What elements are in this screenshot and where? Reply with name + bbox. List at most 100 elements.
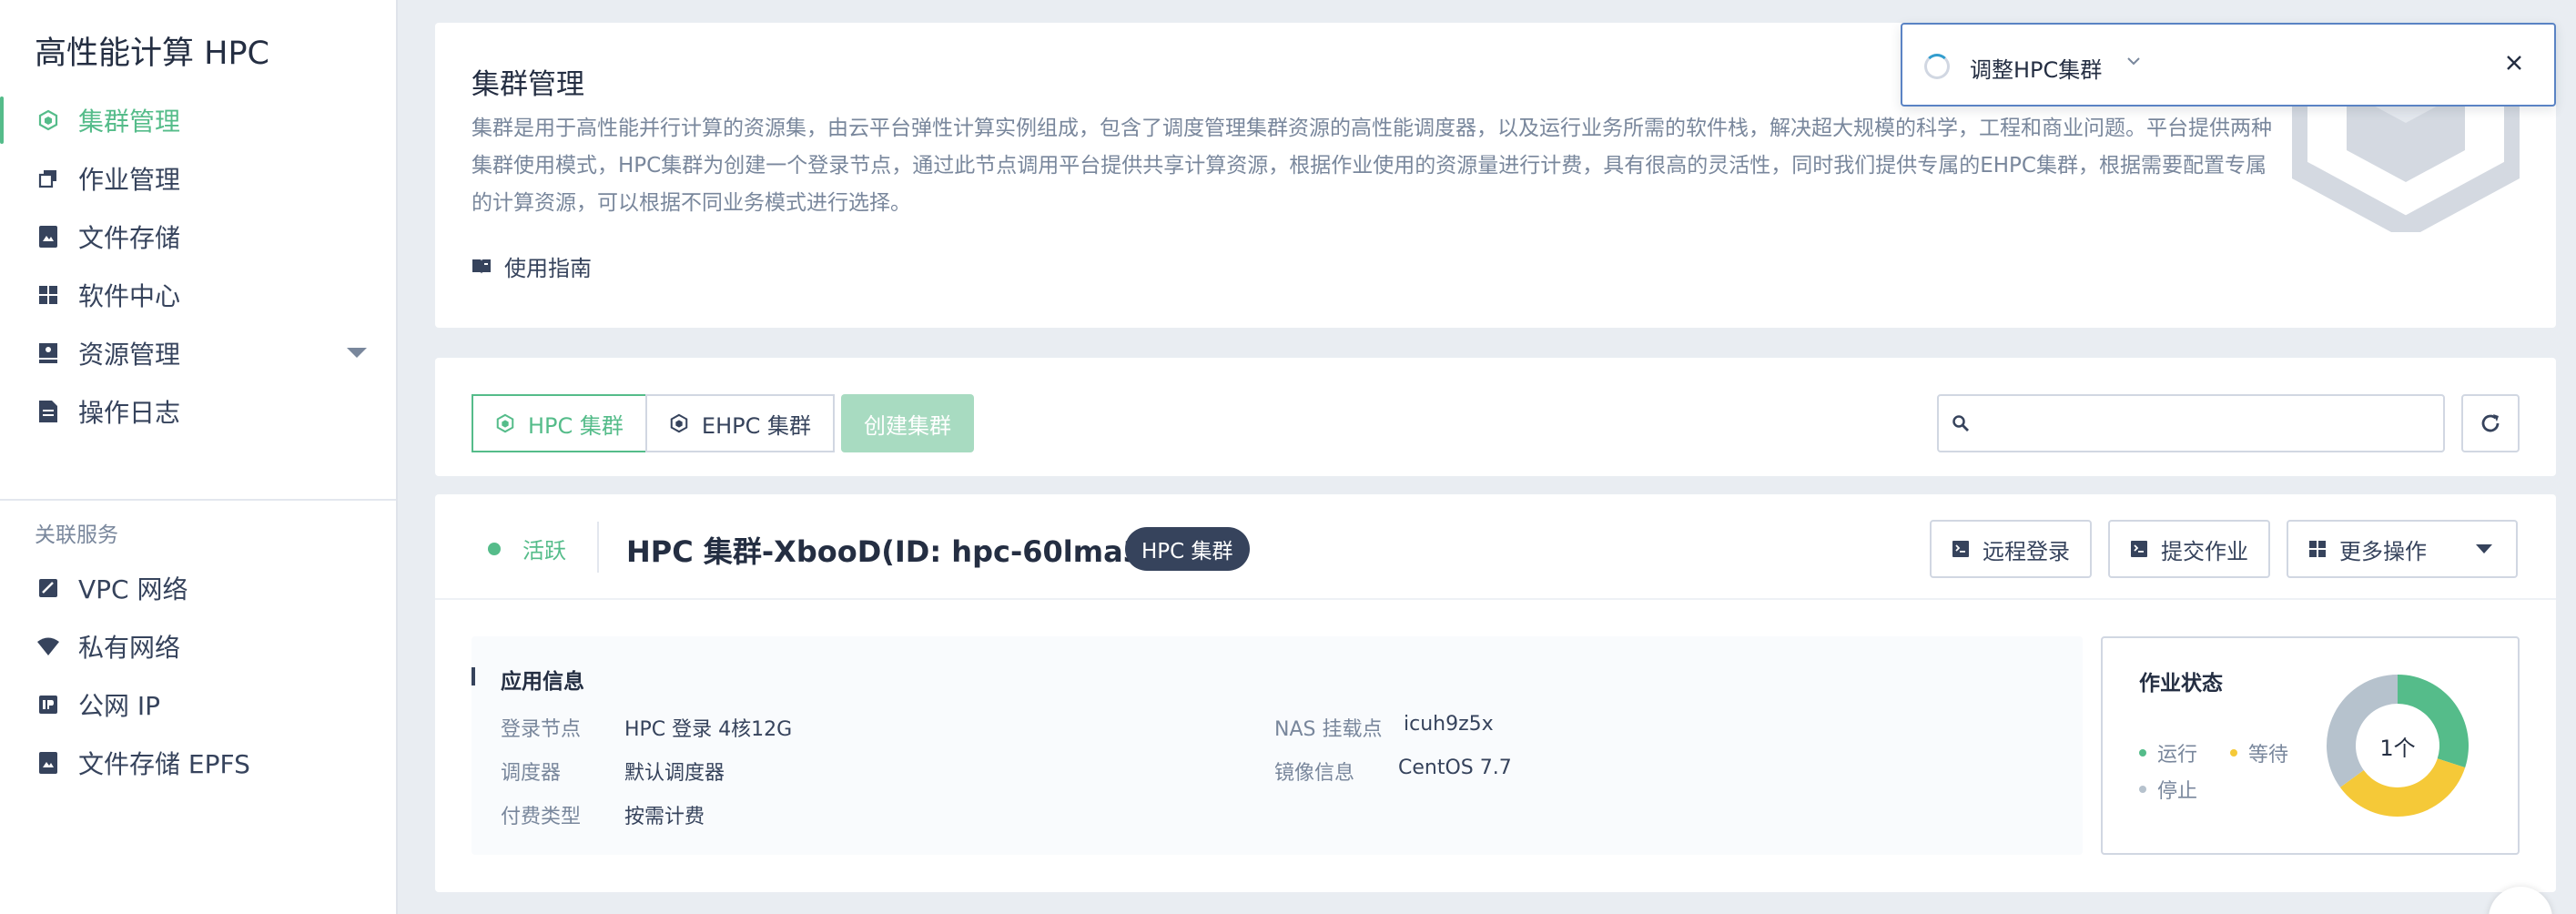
- submit-job-button[interactable]: 提交作业: [2108, 520, 2270, 578]
- apps-icon: [36, 283, 60, 307]
- sidebar-divider: [0, 499, 396, 501]
- legend-running-label: 运行: [2157, 744, 2198, 767]
- toolbar-card: HPC 集群 EHPC 集群 创建集群: [435, 358, 2556, 476]
- sidebar-item-public-ip[interactable]: 公网 IP: [0, 675, 396, 734]
- more-actions-label: 更多操作: [2339, 538, 2427, 564]
- tab-ehpc-cluster[interactable]: EHPC 集群: [644, 394, 835, 452]
- epfs-icon: [36, 751, 60, 775]
- image-value: CentOS 7.7: [1398, 757, 1512, 779]
- usage-guide-label: 使用指南: [504, 256, 592, 281]
- notification-toast: 调整HPC集群: [1901, 23, 2556, 107]
- legend-dot: [2230, 749, 2237, 757]
- chevron-down-icon[interactable]: [2125, 52, 2143, 76]
- close-button[interactable]: [2496, 45, 2532, 81]
- sidebar-item-file-storage[interactable]: 文件存储: [0, 208, 396, 266]
- related-services-label: 关联服务: [35, 523, 118, 547]
- app-title: 高性能计算 HPC: [35, 36, 269, 72]
- search-box: [1937, 394, 2445, 452]
- job-status-title: 作业状态: [2139, 672, 2223, 696]
- vpc-icon: [36, 576, 60, 600]
- search-icon: [1952, 414, 1970, 432]
- cluster-type-tabs: HPC 集群 EHPC 集群: [472, 394, 835, 452]
- cluster-card: 活跃 HPC 集群-XbooD(ID: hpc-60lma3xx) HPC 集群…: [435, 494, 2556, 892]
- sidebar-item-label: 公网 IP: [78, 691, 161, 721]
- resource-icon: [36, 341, 60, 365]
- usage-guide-link[interactable]: 使用指南: [472, 250, 592, 282]
- loading-spinner-icon: [1924, 54, 1950, 79]
- book-icon: [472, 259, 492, 275]
- cluster-header: 活跃 HPC 集群-XbooD(ID: hpc-60lma3xx) HPC 集群…: [435, 494, 2556, 600]
- legend-stopped-label: 停止: [2157, 780, 2198, 803]
- cluster-name[interactable]: HPC 集群-XbooD(ID: hpc-60lma3xx): [626, 529, 1194, 571]
- cluster-icon: [36, 108, 60, 132]
- legend-stopped: 停止: [2139, 775, 2197, 804]
- sidebar-item-log[interactable]: 操作日志: [0, 382, 396, 441]
- nas-key: NAS 挂载点: [1274, 718, 1383, 741]
- login-node-value: HPC 登录 4核12G: [624, 718, 793, 741]
- billing-row: 付费类型 按需计费: [501, 800, 705, 829]
- legend-running: 运行: [2139, 738, 2197, 767]
- terminal-icon: [1952, 540, 1970, 558]
- app-info-panel: 应用信息 登录节点 HPC 登录 4核12G 调度器 默认调度器 付费类型 按需…: [472, 636, 2083, 855]
- scheduler-value: 默认调度器: [624, 762, 725, 785]
- sidebar: 高性能计算 HPC 集群管理 作业管理 文件存储 软件中心 资源管理 操作日志 …: [0, 0, 398, 914]
- sidebar-item-private-network[interactable]: 私有网络: [0, 617, 396, 675]
- sidebar-item-resource[interactable]: 资源管理: [0, 324, 396, 382]
- status-dot: [488, 542, 501, 555]
- sidebar-item-vpc[interactable]: VPC 网络: [0, 559, 396, 617]
- sidebar-item-label: VPC 网络: [78, 574, 188, 604]
- legend-waiting-label: 等待: [2248, 744, 2289, 767]
- image-key: 镜像信息: [1274, 762, 1355, 785]
- job-status-donut: 1个: [2325, 673, 2470, 818]
- nas-value: icuh9z5x: [1404, 713, 1494, 736]
- refresh-icon: [2478, 411, 2503, 436]
- sidebar-item-jobs[interactable]: 作业管理: [0, 149, 396, 208]
- billing-key: 付费类型: [501, 806, 582, 828]
- legend-dot: [2139, 749, 2146, 757]
- chevron-down-icon[interactable]: [347, 348, 367, 358]
- login-node-key: 登录节点: [501, 718, 582, 741]
- sidebar-item-label: 文件存储: [78, 223, 181, 253]
- jobs-icon: [36, 167, 60, 190]
- sidebar-item-cluster[interactable]: 集群管理: [0, 91, 396, 149]
- create-cluster-button[interactable]: 创建集群: [841, 394, 974, 452]
- cluster-type-badge: HPC 集群: [1125, 527, 1250, 571]
- submit-job-label: 提交作业: [2161, 538, 2248, 564]
- sidebar-item-label: 作业管理: [78, 165, 181, 195]
- sidebar-item-label: 资源管理: [78, 340, 181, 370]
- tab-label: EHPC 集群: [701, 412, 811, 439]
- sidebar-item-software[interactable]: 软件中心: [0, 266, 396, 324]
- remote-login-label: 远程登录: [1983, 538, 2070, 564]
- chevron-down-icon: [2476, 544, 2492, 553]
- tab-hpc-cluster[interactable]: HPC 集群: [472, 394, 647, 452]
- grid-icon: [2308, 540, 2327, 558]
- refresh-button[interactable]: [2461, 394, 2520, 452]
- billing-value: 按需计费: [624, 806, 705, 828]
- scheduler-key: 调度器: [501, 762, 562, 785]
- job-status-panel: 作业状态 运行 等待 停止 1个: [2101, 636, 2520, 855]
- scheduler-row: 调度器 默认调度器: [501, 757, 725, 786]
- legend-waiting: 等待: [2230, 738, 2288, 767]
- search-input[interactable]: [1981, 396, 2443, 451]
- image-row: 镜像信息 CentOS 7.7: [1274, 757, 1512, 786]
- ip-icon: [36, 693, 60, 716]
- remote-login-button[interactable]: 远程登录: [1930, 520, 2092, 578]
- wifi-icon: [36, 635, 60, 658]
- header-divider: [597, 522, 599, 573]
- more-actions-dropdown[interactable]: 更多操作: [2287, 520, 2518, 578]
- sidebar-nav: 集群管理 作业管理 文件存储 软件中心 资源管理 操作日志: [0, 91, 396, 441]
- sidebar-item-label: 操作日志: [78, 398, 181, 428]
- status-label: 活跃: [522, 538, 566, 564]
- cluster-icon: [669, 413, 689, 433]
- page-title: 集群管理: [472, 68, 584, 101]
- login-node-row: 登录节点 HPC 登录 4核12G: [501, 713, 792, 742]
- sidebar-item-epfs[interactable]: 文件存储 EPFS: [0, 734, 396, 792]
- sidebar-item-label: 文件存储 EPFS: [78, 749, 250, 779]
- intro-description: 集群是用于高性能并行计算的资源集，由云平台弹性计算实例组成，包含了调度管理集群资…: [472, 117, 2272, 215]
- tab-label: HPC 集群: [528, 412, 624, 439]
- file-storage-icon: [36, 225, 60, 249]
- legend-dot: [2139, 786, 2146, 793]
- sidebar-item-label: 私有网络: [78, 633, 181, 663]
- terminal-icon: [2130, 540, 2148, 558]
- donut-center-label: 1个: [2379, 735, 2416, 761]
